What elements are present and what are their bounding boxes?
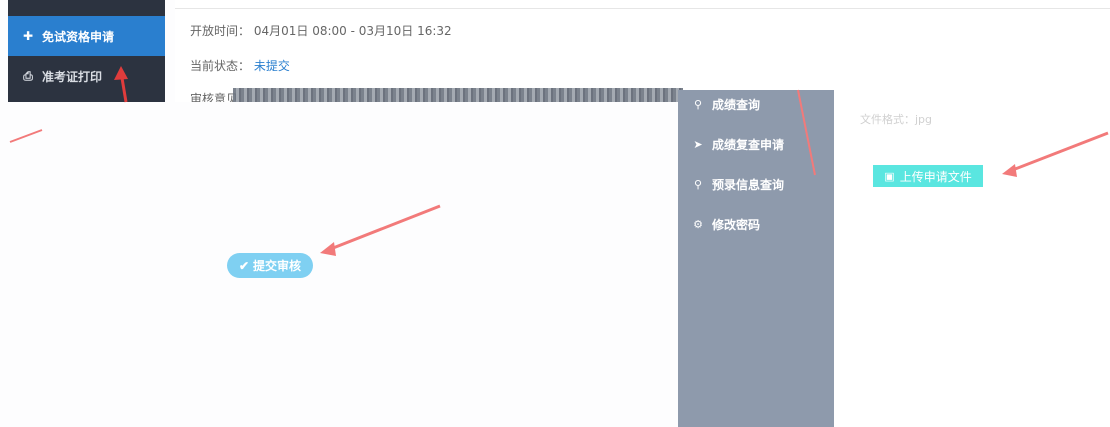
sidebar-item-score-query[interactable]: ⚲ 成绩查询 bbox=[678, 90, 834, 118]
submit-review-label: 提交审核 bbox=[253, 259, 302, 273]
status-value: 未提交 bbox=[253, 59, 290, 73]
open-time-label: 开放时间： bbox=[190, 24, 251, 38]
mid-sidebar: ⚲ 成绩查询 ➤ 成绩复查申请 ⚲ 预录信息查询 ⚙ 修改密码 bbox=[678, 90, 834, 427]
sidebar-item-score-review[interactable]: ➤ 成绩复查申请 bbox=[678, 130, 834, 158]
printer-icon: ⎙ bbox=[23, 68, 33, 83]
application-info-panel: 开放时间： 04月01日 08:00 - 03月10日 16:32 当前状态： … bbox=[175, 0, 1110, 106]
submit-review-button[interactable]: ✔ 提交审核 bbox=[227, 253, 313, 278]
search-icon: ⚲ bbox=[693, 177, 703, 191]
sidebar-item-label: 免试资格申请 bbox=[42, 29, 115, 44]
status-row: 当前状态： 未提交 bbox=[190, 57, 290, 74]
sidebar-item-label: 成绩查询 bbox=[712, 97, 761, 112]
upload-application-file-button[interactable]: ▣ 上传申请文件 bbox=[873, 165, 983, 187]
check-icon: ✔ bbox=[238, 258, 250, 273]
send-icon: ➤ bbox=[693, 137, 703, 151]
image-icon: ▣ bbox=[884, 170, 895, 183]
sidebar-item-exemption-application[interactable]: ✚ 免试资格申请 bbox=[8, 16, 165, 56]
upload-button-label: 上传申请文件 bbox=[899, 169, 972, 184]
sidebar-item-label: 修改密码 bbox=[712, 217, 761, 232]
sidebar-item-label: 预录信息查询 bbox=[712, 177, 785, 192]
gear-icon: ⚙ bbox=[693, 217, 703, 231]
glitch-strip bbox=[233, 88, 683, 102]
upload-panel bbox=[834, 90, 1110, 427]
plus-icon: ✚ bbox=[22, 29, 34, 43]
search-icon: ⚲ bbox=[693, 97, 703, 111]
lower-content-area bbox=[8, 102, 678, 427]
sidebar-item-label: 准考证打印 bbox=[42, 69, 103, 84]
sidebar-item-change-password[interactable]: ⚙ 修改密码 bbox=[678, 210, 834, 238]
sidebar-item-admission-print[interactable]: ⎙ 准考证打印 bbox=[8, 56, 165, 96]
sidebar-item-preregistration-query[interactable]: ⚲ 预录信息查询 bbox=[678, 170, 834, 198]
open-time-value: 04月01日 08:00 - 03月10日 16:32 bbox=[253, 24, 452, 38]
file-type-hint: 文件格式：jpg bbox=[860, 113, 933, 126]
top-sidebar: ✚ 免试资格申请 ⎙ 准考证打印 bbox=[8, 0, 165, 102]
sidebar-item-label: 成绩复查申请 bbox=[712, 137, 785, 152]
open-time-row: 开放时间： 04月01日 08:00 - 03月10日 16:32 bbox=[190, 22, 452, 39]
status-label: 当前状态： bbox=[190, 59, 251, 73]
